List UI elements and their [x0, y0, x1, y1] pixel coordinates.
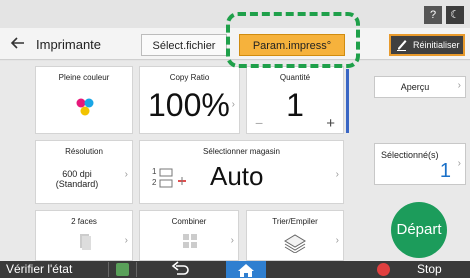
resolution-value-line2: (Standard): [55, 179, 99, 189]
home-icon: [238, 264, 254, 277]
reset-button[interactable]: Réinitialiser: [389, 34, 465, 56]
chevron-right-icon: ›: [457, 158, 461, 169]
check-status-button[interactable]: Vérifier l'état: [6, 261, 72, 278]
divider: [108, 262, 109, 277]
copy-ratio-label: Copy Ratio: [169, 73, 210, 82]
selected-count: 1: [439, 160, 451, 182]
energy-saver-button[interactable]: ☾: [446, 6, 464, 24]
help-button[interactable]: ?: [424, 6, 442, 24]
chevron-right-icon: ›: [335, 235, 339, 246]
reset-label: Réinitialiser: [413, 40, 460, 50]
selected-label: Sélectionné(s): [381, 150, 439, 160]
color-mode-label: Pleine couleur: [58, 73, 110, 82]
combine-card[interactable]: Combiner ›: [139, 210, 239, 261]
chevron-right-icon: ›: [231, 99, 235, 110]
increment-button[interactable]: +: [326, 115, 335, 132]
home-button[interactable]: [226, 261, 266, 278]
return-arrow-icon: [171, 261, 189, 275]
selected-files-button[interactable]: Sélectionné(s) 1 ›: [374, 143, 466, 185]
resolution-card[interactable]: Résolution 600 dpi (Standard) ›: [35, 140, 133, 204]
chevron-right-icon: ›: [335, 169, 339, 180]
job-status-icon[interactable]: [116, 263, 129, 276]
quantity-label: Quantité: [279, 73, 311, 82]
stop-button[interactable]: Stop: [417, 261, 442, 278]
app-title: Imprimante: [36, 37, 102, 52]
scrollbar[interactable]: [346, 69, 349, 133]
pencil-icon: [396, 36, 408, 59]
settings-grid: Pleine couleur Copy Ratio 100% › Quantit…: [0, 61, 362, 261]
resolution-value-line1: 600 dpi: [62, 169, 92, 179]
start-button[interactable]: Départ: [391, 202, 447, 258]
chevron-right-icon: ›: [124, 235, 128, 246]
combine-label: Combiner: [171, 217, 207, 226]
sort-stack-icon: [284, 234, 306, 253]
chevron-right-icon: ›: [457, 80, 461, 91]
tray-icon: 1 2: [152, 167, 192, 191]
copy-ratio-card[interactable]: Copy Ratio 100% ›: [139, 66, 240, 134]
preview-label: Aperçu: [400, 82, 430, 92]
stop-icon: [377, 263, 390, 276]
decrement-button[interactable]: −: [255, 115, 263, 131]
resolution-label: Résolution: [65, 147, 103, 156]
sort-stack-label: Trier/Empiler: [272, 217, 318, 226]
color-mode-card[interactable]: Pleine couleur: [35, 66, 133, 134]
sort-stack-card[interactable]: Trier/Empiler ›: [246, 210, 344, 261]
full-color-icon: [76, 98, 94, 116]
tab-select-file[interactable]: Sélect.fichier: [141, 34, 227, 56]
divider: [136, 262, 137, 277]
bottom-bar: Vérifier l'état Stop: [0, 261, 470, 278]
tray-value: Auto: [210, 161, 264, 191]
back-button[interactable]: [10, 35, 26, 56]
printer-screen: ? ☾ Imprimante Sélect.fichier Param.impr…: [0, 0, 470, 278]
copy-ratio-value: 100%: [148, 87, 230, 123]
chevron-right-icon: ›: [124, 169, 128, 180]
duplex-card[interactable]: 2 faces ›: [35, 210, 133, 261]
tray-select-card[interactable]: Sélectionner magasin 1 2 Auto ›: [139, 140, 344, 204]
back-nav-button[interactable]: [170, 261, 190, 278]
tab-highlight: [226, 12, 360, 68]
quantity-card[interactable]: Quantité 1 − +: [246, 66, 344, 134]
duplex-icon: [80, 234, 91, 250]
combine-icon: [183, 234, 197, 248]
arrow-left-icon: [10, 37, 24, 49]
tray-select-label: Sélectionner magasin: [203, 147, 280, 156]
chevron-right-icon: ›: [230, 235, 234, 246]
preview-button[interactable]: Aperçu ›: [374, 76, 466, 98]
duplex-label: 2 faces: [71, 217, 97, 226]
